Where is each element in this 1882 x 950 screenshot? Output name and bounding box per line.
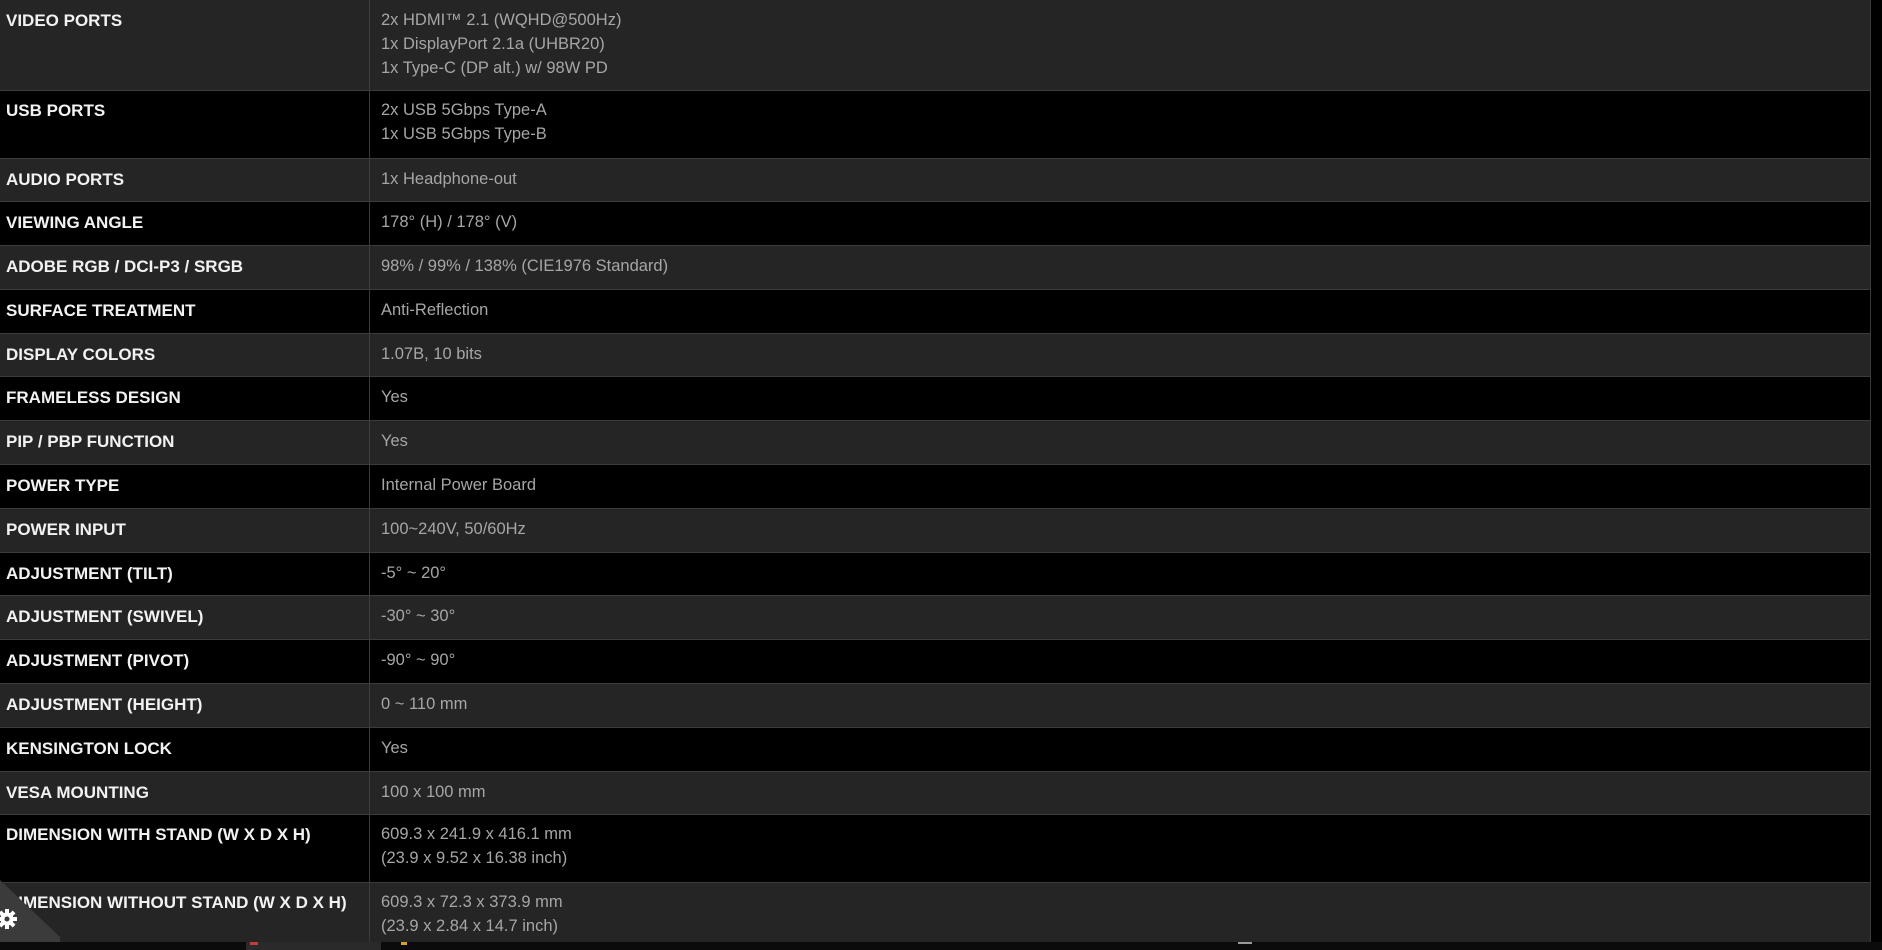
spec-value: 609.3 x 241.9 x 416.1 mm (23.9 x 9.52 x 1… — [370, 815, 1870, 882]
spec-label: VIEWING ANGLE — [0, 202, 370, 246]
spec-row: POWER TYPE Internal Power Board — [0, 465, 1870, 509]
spec-value: 1x Headphone-out — [370, 159, 1870, 202]
spec-row: DIMENSION WITHOUT STAND (W X D X H) 609.3… — [0, 882, 1870, 950]
spec-value: 2x USB 5Gbps Type-A 1x USB 5Gbps Type-B — [370, 91, 1870, 158]
spec-row: ADJUSTMENT (SWIVEL) -30° ~ 30° — [0, 596, 1870, 641]
spec-label: ADOBE RGB / DCI-P3 / SRGB — [0, 246, 370, 289]
spec-label: POWER TYPE — [0, 465, 370, 508]
specs-table: VIDEO PORTS 2x HDMI™ 2.1 (WQHD@500Hz) 1x D… — [0, 0, 1871, 950]
spec-value-line: -5° ~ 20° — [381, 563, 447, 582]
spec-value-line: 0 ~ 110 mm — [381, 695, 468, 714]
spec-row: AUDIO PORTS 1x Headphone-out — [0, 158, 1870, 203]
spec-label: VIDEO PORTS — [0, 0, 370, 90]
spec-value: Yes — [370, 377, 1870, 420]
spec-value-line: -30° ~ 30° — [381, 607, 456, 626]
spec-row: VESA MOUNTING 100 x 100 mm — [0, 771, 1870, 816]
spec-value-line: Yes — [381, 388, 408, 407]
tray-icon[interactable] — [1238, 942, 1252, 944]
spec-row: ADOBE RGB / DCI-P3 / SRGB 98% / 99% / 138… — [0, 246, 1870, 290]
spec-value: -30° ~ 30° — [370, 596, 1870, 639]
spec-value-line: 609.3 x 241.9 x 416.1 mm — [381, 825, 572, 844]
spec-value-line: 1.07B, 10 bits — [381, 344, 482, 363]
spec-value-line: 1x DisplayPort 2.1a (UHBR20) — [381, 35, 605, 53]
spec-value: 178° (H) / 178° (V) — [370, 202, 1870, 245]
folder-icon[interactable] — [401, 942, 407, 945]
spec-value-line: -90° ~ 90° — [381, 651, 456, 670]
spec-label: ADJUSTMENT (SWIVEL) — [0, 596, 370, 640]
spec-row: SURFACE TREATMENT Anti-Reflection — [0, 289, 1870, 334]
page: VIDEO PORTS 2x HDMI™ 2.1 (WQHD@500Hz) 1x D… — [0, 0, 1882, 950]
spec-value-line: (23.9 x 9.52 x 16.38 inch) — [381, 849, 568, 868]
spec-value-line: 100 x 100 mm — [381, 782, 486, 801]
taskbar-active-app[interactable] — [246, 942, 381, 950]
spec-value-line: Yes — [381, 432, 408, 451]
spec-label: PIP / PBP FUNCTION — [0, 421, 370, 465]
spec-label: ADJUSTMENT (TILT) — [0, 552, 370, 596]
spec-row: PIP / PBP FUNCTION Yes — [0, 421, 1870, 466]
spec-label: FRAMELESS DESIGN — [0, 377, 370, 421]
spec-value-line: 178° (H) / 178° (V) — [381, 213, 518, 232]
spec-value: 100 x 100 mm — [370, 772, 1870, 815]
spec-value-line: 100~240V, 50/60Hz — [381, 519, 526, 538]
spec-row: ADJUSTMENT (HEIGHT) 0 ~ 110 mm — [0, 684, 1870, 728]
spec-row: KENSINGTON LOCK Yes — [0, 727, 1870, 772]
spec-value-line: 2x HDMI™ 2.1 (WQHD@500Hz) — [381, 11, 622, 29]
app-icon — [250, 942, 258, 945]
taskbar — [0, 942, 1882, 950]
spec-value: Yes — [370, 421, 1870, 464]
spec-value-line: 1x Headphone-out — [381, 169, 517, 188]
spec-value: Internal Power Board — [370, 465, 1870, 508]
spec-value-line: (23.9 x 2.84 x 14.7 inch) — [381, 916, 559, 935]
spec-label: ADJUSTMENT (PIVOT) — [0, 640, 370, 684]
spec-label: AUDIO PORTS — [0, 158, 370, 202]
spec-value-line: 98% / 99% / 138% (CIE1976 Standard) — [381, 257, 669, 276]
gear-icon[interactable] — [0, 880, 60, 950]
spec-value-line: Anti-Reflection — [381, 300, 489, 319]
spec-value: 2x HDMI™ 2.1 (WQHD@500Hz) 1x DisplayPort … — [370, 0, 1870, 90]
spec-value: -90° ~ 90° — [370, 640, 1870, 683]
spec-row: ADJUSTMENT (PIVOT) -90° ~ 90° — [0, 640, 1870, 685]
spec-value: 98% / 99% / 138% (CIE1976 Standard) — [370, 246, 1870, 289]
spec-label: KENSINGTON LOCK — [0, 727, 370, 771]
spec-value: Anti-Reflection — [370, 290, 1870, 333]
spec-value: 100~240V, 50/60Hz — [370, 509, 1870, 552]
spec-row: POWER INPUT 100~240V, 50/60Hz — [0, 508, 1870, 553]
spec-row: FRAMELESS DESIGN Yes — [0, 377, 1870, 422]
spec-value-line: Internal Power Board — [381, 476, 537, 495]
spec-value: 1.07B, 10 bits — [370, 334, 1870, 377]
spec-value-line: 609.3 x 72.3 x 373.9 mm — [381, 892, 563, 911]
spec-row: VIEWING ANGLE 178° (H) / 178° (V) — [0, 202, 1870, 247]
spec-value-line: 2x USB 5Gbps Type-A — [381, 101, 547, 119]
settings-corner-widget[interactable] — [0, 880, 60, 950]
spec-value: -5° ~ 20° — [370, 553, 1870, 596]
spec-row: DISPLAY COLORS 1.07B, 10 bits — [0, 333, 1870, 378]
spec-row: DIMENSION WITH STAND (W X D X H) 609.3 x … — [0, 815, 1870, 883]
spec-value: Yes — [370, 728, 1870, 771]
spec-label: VESA MOUNTING — [0, 771, 370, 815]
spec-row: VIDEO PORTS 2x HDMI™ 2.1 (WQHD@500Hz) 1x D… — [0, 0, 1870, 91]
spec-value-line: 1x Type-C (DP alt.) w/ 98W PD — [381, 59, 608, 77]
spec-label: SURFACE TREATMENT — [0, 289, 370, 333]
spec-value-line: Yes — [381, 738, 408, 757]
spec-label: DIMENSION WITH STAND (W X D X H) — [0, 815, 370, 882]
spec-label: DISPLAY COLORS — [0, 333, 370, 377]
spec-row: ADJUSTMENT (TILT) -5° ~ 20° — [0, 552, 1870, 597]
spec-label: POWER INPUT — [0, 508, 370, 552]
spec-value: 0 ~ 110 mm — [370, 684, 1870, 727]
spec-row: USB PORTS 2x USB 5Gbps Type-A 1x USB 5Gbps… — [0, 91, 1870, 159]
spec-label: ADJUSTMENT (HEIGHT) — [0, 684, 370, 727]
spec-value: 609.3 x 72.3 x 373.9 mm (23.9 x 2.84 x 14… — [370, 883, 1870, 950]
spec-value-line: 1x USB 5Gbps Type-B — [381, 125, 547, 143]
spec-label: USB PORTS — [0, 91, 370, 158]
